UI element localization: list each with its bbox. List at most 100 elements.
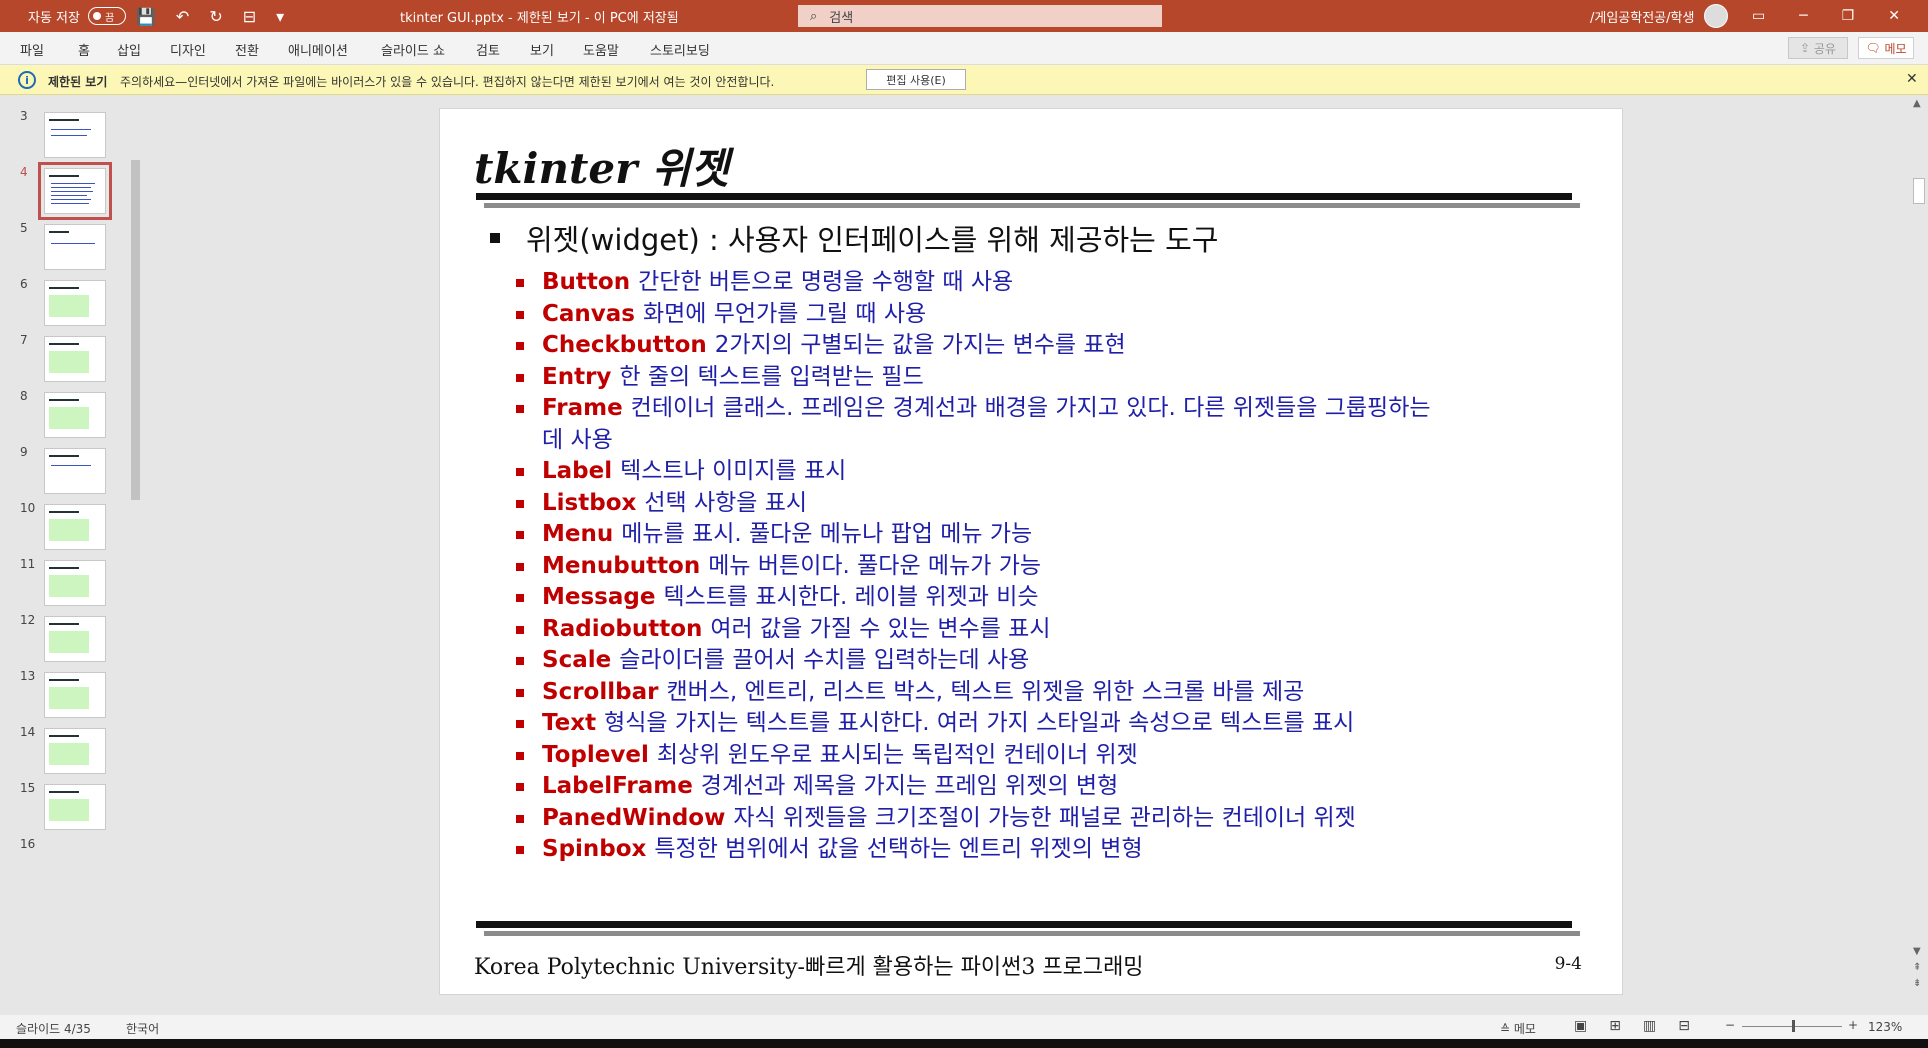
widget-name: Radiobutton bbox=[542, 615, 703, 642]
tab-review[interactable]: 검토 bbox=[476, 40, 500, 59]
tab-file[interactable]: 파일 bbox=[20, 40, 44, 59]
undo-icon[interactable]: ↶ bbox=[176, 7, 189, 26]
slide-canvas[interactable]: tkinter 위젯 위젯(widget) : 사용자 인터페이스를 위해 제공… bbox=[440, 109, 1622, 994]
autosave-toggle[interactable]: 끔 bbox=[87, 7, 126, 25]
search-placeholder: 검색 bbox=[829, 10, 854, 26]
prev-slide-icon[interactable]: ⇞ bbox=[1913, 962, 1921, 973]
scroll-up-icon[interactable]: ▲ bbox=[1913, 98, 1921, 109]
slide-page-number: 9-4 bbox=[1554, 954, 1582, 974]
tab-slideshow[interactable]: 슬라이드 쇼 bbox=[381, 40, 445, 59]
slide-thumbnail-10[interactable] bbox=[44, 504, 106, 550]
tab-help[interactable]: 도움말 bbox=[583, 40, 619, 59]
widget-desc: 여러 값을 가질 수 있는 변수를 표시 bbox=[710, 615, 1051, 642]
notes-button[interactable]: ≙ 메모 bbox=[1500, 1020, 1536, 1037]
editor-scroll-thumb[interactable] bbox=[1913, 178, 1925, 204]
widget-name: Toplevel bbox=[542, 741, 649, 768]
share-icon: ⇪ bbox=[1800, 41, 1814, 55]
slide-thumbnail-14[interactable] bbox=[44, 728, 106, 774]
slide-thumbnail-12[interactable] bbox=[44, 616, 106, 662]
slideshow-icon[interactable]: ⊟ bbox=[1678, 1018, 1690, 1034]
thumb-number: 3 bbox=[20, 109, 28, 123]
search-box[interactable]: ⌕ 검색 bbox=[798, 5, 1162, 27]
close-bar-icon[interactable]: ✕ bbox=[1906, 71, 1918, 87]
thumb-number: 9 bbox=[20, 445, 28, 459]
editor-scrollbar[interactable] bbox=[1910, 95, 1928, 1015]
thumbnail-scroll-thumb[interactable] bbox=[131, 160, 140, 500]
comment-icon: 🗨 bbox=[1865, 41, 1885, 55]
widget-name: Label bbox=[542, 458, 613, 484]
list-item: Message 텍스트를 표시한다. 레이블 위젯과 비슷 bbox=[516, 582, 1516, 614]
widget-name: PanedWindow bbox=[542, 804, 726, 831]
scroll-down-icon[interactable]: ▼ bbox=[1913, 946, 1921, 957]
widget-desc: 2가지의 구별되는 값을 가지는 변수를 표현 bbox=[714, 332, 1126, 358]
comments-button[interactable]: 🗨 메모 bbox=[1858, 37, 1914, 59]
slide-thumbnail-4[interactable] bbox=[38, 162, 112, 220]
widget-name: Canvas bbox=[542, 300, 635, 327]
list-item: Spinbox 특정한 범위에서 값을 선택하는 엔트리 위젯의 변형 bbox=[516, 834, 1516, 866]
bullet-icon bbox=[516, 499, 524, 508]
slide-thumbnail-8[interactable] bbox=[44, 392, 106, 438]
tab-transitions[interactable]: 전환 bbox=[235, 40, 259, 59]
notes-icon: ≙ bbox=[1500, 1022, 1514, 1036]
reading-view-icon[interactable]: ▥ bbox=[1643, 1018, 1656, 1034]
redo-icon[interactable]: ↻ bbox=[209, 7, 222, 26]
share-button[interactable]: ⇪ 공유 bbox=[1788, 37, 1848, 59]
slide-thumbnail-3[interactable] bbox=[44, 112, 106, 158]
user-account[interactable]: /게임공학전공/학생 bbox=[1590, 0, 1729, 32]
bullet-icon bbox=[516, 594, 524, 602]
tab-design[interactable]: 디자인 bbox=[170, 40, 206, 59]
zoom-level[interactable]: 123% bbox=[1868, 1020, 1902, 1034]
tab-home[interactable]: 홈 bbox=[78, 40, 90, 59]
widget-name: Menubutton bbox=[542, 552, 701, 579]
bullet-icon bbox=[516, 657, 524, 665]
zoom-slider-knob[interactable] bbox=[1792, 1020, 1795, 1032]
bullet-icon bbox=[516, 625, 524, 634]
main-bullet: 위젯(widget) : 사용자 인터페이스를 위해 제공하는 도구 bbox=[490, 217, 1218, 259]
tab-storyboarding[interactable]: 스토리보딩 bbox=[650, 40, 710, 59]
slide-footer: Korea Polytechnic University-빠르게 활용하는 파이… bbox=[474, 955, 1144, 980]
slide-thumbnail-6[interactable] bbox=[44, 280, 106, 326]
zoom-in-button[interactable]: + bbox=[1848, 1018, 1858, 1032]
slide-thumbnail-9[interactable] bbox=[44, 448, 106, 494]
view-buttons: ▣ ⊞ ▥ ⊟ bbox=[1574, 1018, 1690, 1034]
list-item: Menu 메뉴를 표시. 풀다운 메뉴나 팝업 메뉴 가능 bbox=[516, 519, 1516, 551]
tab-animations[interactable]: 애니메이션 bbox=[288, 40, 348, 59]
close-icon[interactable]: ✕ bbox=[1888, 8, 1900, 24]
bullet-icon bbox=[516, 405, 524, 413]
next-slide-icon[interactable]: ⇟ bbox=[1913, 978, 1921, 989]
search-icon: ⌕ bbox=[810, 8, 818, 24]
ribbon-display-icon[interactable]: ▭ bbox=[1752, 8, 1765, 24]
widget-desc: 컨테이너 클래스. 프레임은 경계선과 배경을 가지고 있다. 다른 위젯들을 … bbox=[542, 395, 1431, 453]
slide-thumbnail-15[interactable] bbox=[44, 784, 106, 830]
save-icon[interactable]: 💾 bbox=[136, 7, 156, 26]
slide-thumbnail-13[interactable] bbox=[44, 672, 106, 718]
autosave-control[interactable]: 자동 저장 끔 bbox=[28, 0, 126, 32]
widget-desc: 캔버스, 엔트리, 리스트 박스, 텍스트 위젯을 위한 스크롤 바를 제공 bbox=[666, 678, 1305, 705]
thumb-number: 11 bbox=[20, 557, 36, 571]
widget-name: Button bbox=[542, 269, 631, 295]
bullet-icon bbox=[516, 562, 524, 571]
slide-thumbnail-7[interactable] bbox=[44, 336, 106, 382]
tab-view[interactable]: 보기 bbox=[530, 40, 554, 59]
list-item: Toplevel 최상위 윈도우로 표시되는 독립적인 컨테이너 위젯 bbox=[516, 740, 1516, 772]
restore-icon[interactable]: ❐ bbox=[1842, 8, 1855, 24]
thumb-number: 4 bbox=[20, 165, 28, 179]
minimize-icon[interactable]: ─ bbox=[1799, 8, 1807, 24]
list-item: Menubutton 메뉴 버튼이다. 풀다운 메뉴가 가능 bbox=[516, 551, 1516, 583]
language-indicator[interactable]: 한국어 bbox=[126, 1020, 159, 1037]
widget-name: Scale bbox=[542, 647, 612, 673]
slide-thumbnail-5[interactable] bbox=[44, 224, 106, 270]
normal-view-icon[interactable]: ▣ bbox=[1574, 1018, 1587, 1034]
present-icon[interactable]: ⊟ bbox=[243, 7, 256, 26]
avatar-icon[interactable] bbox=[1704, 4, 1729, 28]
thumb-number: 5 bbox=[20, 221, 28, 235]
zoom-out-button[interactable]: − bbox=[1725, 1018, 1735, 1032]
widget-name: Frame bbox=[542, 395, 623, 421]
slide-sorter-icon[interactable]: ⊞ bbox=[1609, 1018, 1621, 1034]
customize-qat-icon[interactable]: ▾ bbox=[276, 7, 284, 26]
thumb-number: 8 bbox=[20, 389, 28, 403]
slide-thumbnail-11[interactable] bbox=[44, 560, 106, 606]
enable-editing-button[interactable]: 편집 사용(E) bbox=[866, 69, 966, 90]
tab-insert[interactable]: 삽입 bbox=[117, 40, 141, 59]
widget-desc: 선택 사항을 표시 bbox=[644, 489, 808, 516]
